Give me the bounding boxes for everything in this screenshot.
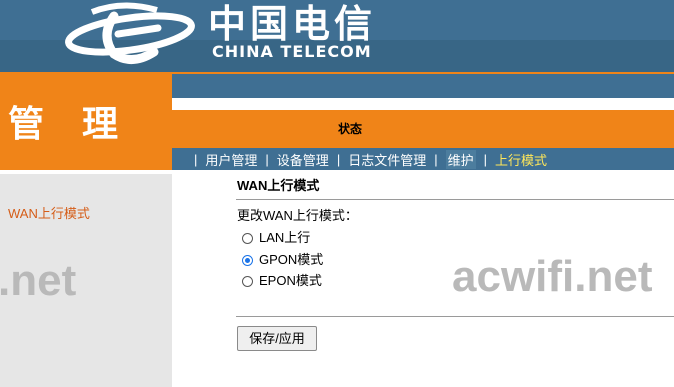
watermark-left: .net	[0, 256, 77, 305]
nav-separator: |	[434, 151, 438, 167]
status-bar	[172, 110, 674, 148]
brand-name-en: CHINA TELECOM	[212, 42, 372, 61]
nav-item-device-management[interactable]: 设备管理	[277, 150, 329, 169]
nav-separator: |	[483, 151, 488, 167]
save-apply-button[interactable]: 保存/应用	[237, 326, 317, 351]
nav-item-maintenance[interactable]: 维护	[445, 149, 476, 169]
option-label: EPON模式	[259, 273, 322, 288]
radio-gpon-mode[interactable]	[242, 254, 253, 266]
brand-name-cn: 中国电信	[208, 1, 377, 46]
sidebar-item-wan-uplink[interactable]: WAN上行模式	[8, 206, 90, 222]
change-mode-label: 更改WAN上行模式：	[237, 208, 358, 223]
option-label: LAN上行	[259, 230, 311, 245]
title-divider	[236, 199, 674, 200]
option-epon-mode[interactable]: EPON模式	[242, 273, 322, 289]
nav-separator: |	[336, 151, 341, 167]
form-divider	[236, 316, 674, 317]
radio-epon-mode[interactable]	[242, 275, 253, 287]
main-nav: | 用户管理 | 设备管理 | 日志文件管理 | 维护 | 上行模式	[186, 149, 547, 169]
top-white-gap	[172, 98, 674, 110]
status-tab[interactable]: 状态	[338, 122, 362, 136]
header-banner: 中国电信 CHINA TELECOM	[0, 0, 674, 72]
nav-separator: |	[265, 151, 269, 167]
option-gpon-mode[interactable]: GPON模式	[242, 252, 323, 268]
option-label: GPON模式	[259, 252, 324, 267]
nav-separator: |	[194, 151, 198, 167]
page-title: WAN上行模式	[237, 178, 320, 193]
top-blue-bar	[172, 74, 674, 98]
sidebar-title: 管 理	[8, 103, 133, 144]
radio-lan-uplink[interactable]	[242, 232, 253, 244]
nav-item-log-management[interactable]: 日志文件管理	[348, 150, 426, 169]
nav-item-user-management[interactable]: 用户管理	[205, 150, 257, 169]
nav-item-uplink-mode[interactable]: 上行模式	[495, 150, 547, 169]
watermark-right: acwifi.net	[452, 252, 653, 301]
china-telecom-logo-icon	[65, 2, 195, 64]
option-lan-uplink[interactable]: LAN上行	[242, 230, 310, 246]
